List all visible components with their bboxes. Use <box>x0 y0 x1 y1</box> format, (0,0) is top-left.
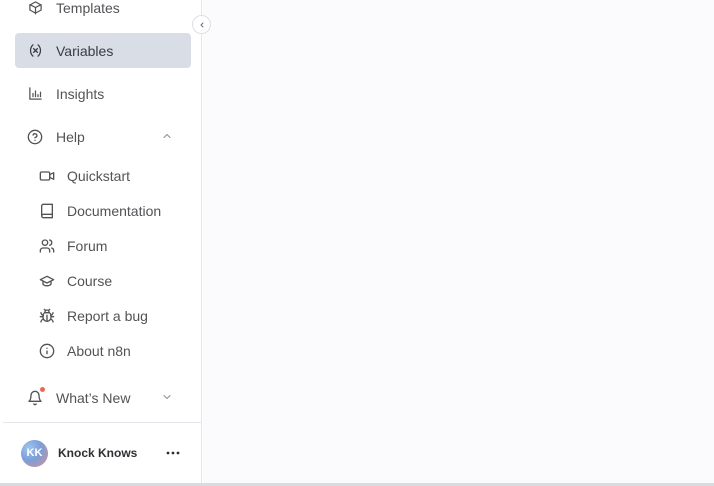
help-item-course[interactable]: Course <box>27 264 191 297</box>
sidebar-item-label: Help <box>56 128 85 145</box>
collapse-sidebar-button[interactable] <box>192 15 211 34</box>
bug-icon <box>39 308 55 324</box>
help-item-quickstart[interactable]: Quickstart <box>27 159 191 192</box>
bell-icon <box>27 386 45 406</box>
variables-icon <box>27 43 43 59</box>
help-circle-icon <box>27 129 43 145</box>
help-item-about[interactable]: About n8n <box>27 334 191 367</box>
sidebar-divider <box>3 422 202 423</box>
app-window: Templates Variables Insights Help Quicks… <box>0 0 714 486</box>
chevron-down-icon[interactable] <box>161 391 173 403</box>
notification-dot <box>40 386 45 392</box>
main-content <box>203 0 714 483</box>
graduation-cap-icon <box>39 273 55 289</box>
users-icon <box>39 238 55 254</box>
chevron-up-icon[interactable] <box>161 130 173 142</box>
help-item-report-bug[interactable]: Report a bug <box>27 299 191 332</box>
info-icon <box>39 343 55 359</box>
book-icon <box>39 203 55 219</box>
help-item-forum[interactable]: Forum <box>27 229 191 262</box>
video-icon <box>39 168 55 184</box>
help-item-label: Documentation <box>67 202 162 219</box>
chevron-left-icon <box>198 21 206 29</box>
user-menu[interactable]: KK Knock Knows <box>21 439 191 467</box>
help-item-label: Report a bug <box>67 307 148 324</box>
sidebar-item-help[interactable]: Help <box>15 119 191 154</box>
avatar[interactable]: KK <box>21 439 48 467</box>
sidebar-item-label: Templates <box>56 0 120 16</box>
help-item-label: Course <box>67 272 113 289</box>
help-item-label: About n8n <box>67 342 131 359</box>
user-name: Knock Knows <box>58 446 138 460</box>
sidebar-item-variables[interactable]: Variables <box>15 33 191 68</box>
bar-chart-icon <box>27 86 43 102</box>
sidebar-item-label: What’s New <box>56 389 131 406</box>
help-item-label: Quickstart <box>67 167 131 184</box>
box-icon <box>27 0 43 16</box>
sidebar-item-label: Variables <box>56 42 114 59</box>
help-item-label: Forum <box>67 237 108 254</box>
sidebar-item-insights[interactable]: Insights <box>15 76 191 111</box>
more-options-icon[interactable] <box>165 446 181 460</box>
sidebar: Templates Variables Insights Help Quicks… <box>0 0 202 483</box>
help-item-documentation[interactable]: Documentation <box>27 194 191 227</box>
sidebar-item-templates[interactable]: Templates <box>15 0 191 25</box>
sidebar-item-whats-new[interactable]: What’s New <box>15 380 191 415</box>
sidebar-item-label: Insights <box>56 85 105 102</box>
